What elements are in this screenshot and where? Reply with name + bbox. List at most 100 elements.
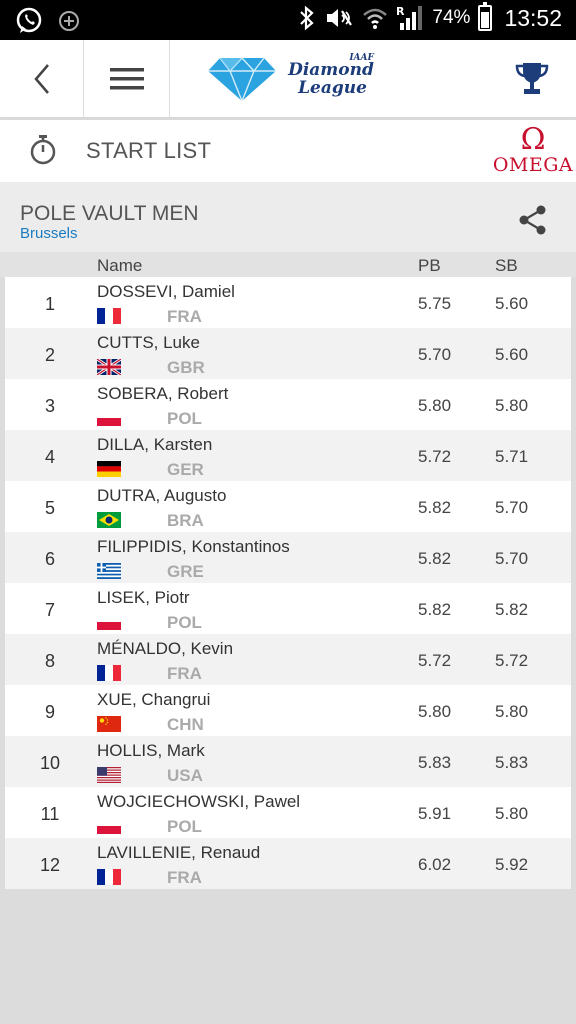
row-number: 3 bbox=[44, 396, 55, 416]
hamburger-menu-icon bbox=[109, 68, 144, 90]
table-row[interactable]: 12 LAVILLENIE, Renaud FRA 6.02 5.92 bbox=[5, 838, 571, 889]
country-code: CHN bbox=[167, 715, 204, 734]
athlete-name: DUTRA, Augusto bbox=[97, 486, 227, 505]
column-name: Name bbox=[97, 256, 143, 275]
trophy-button[interactable] bbox=[496, 40, 568, 118]
table-row[interactable]: 2 CUTTS, Luke GBR 5.70 5.60 bbox=[5, 328, 571, 379]
row-number: 6 bbox=[44, 549, 55, 569]
share-icon[interactable] bbox=[518, 204, 548, 236]
country-code: POL bbox=[167, 817, 202, 836]
row-number: 8 bbox=[44, 651, 55, 671]
personal-best: 5.72 bbox=[418, 651, 452, 670]
row-number: 7 bbox=[44, 600, 55, 620]
personal-best: 5.80 bbox=[418, 396, 452, 415]
table-row[interactable]: 1 DOSSEVI, Damiel FRA 5.75 5.60 bbox=[5, 277, 571, 328]
menu-button[interactable] bbox=[84, 40, 170, 118]
status-bar: R 74% 13:52 bbox=[0, 0, 576, 40]
diamond-league-logo[interactable]: IAAF Diamond League bbox=[200, 40, 380, 118]
table-row[interactable]: 5 DUTRA, Augusto BRA 5.82 5.70 bbox=[5, 481, 571, 532]
athlete-name: CUTTS, Luke bbox=[97, 333, 200, 352]
athlete-name: HOLLIS, Mark bbox=[97, 741, 205, 760]
table-row[interactable]: 11 WOJCIECHOWSKI, Pawel POL 5.91 5.80 bbox=[5, 787, 571, 838]
flag-icon bbox=[97, 512, 121, 528]
flag-icon bbox=[97, 563, 121, 579]
season-best: 5.80 bbox=[495, 804, 529, 823]
athlete-name: LAVILLENIE, Renaud bbox=[97, 843, 261, 862]
row-number: 5 bbox=[44, 498, 55, 518]
flag-icon bbox=[97, 716, 121, 732]
battery-icon bbox=[478, 2, 493, 31]
table-row[interactable]: 10 HOLLIS, Mark USA 5.83 5.83 bbox=[5, 736, 571, 787]
flag-icon bbox=[97, 818, 121, 834]
flag-icon bbox=[97, 461, 121, 477]
athlete-name: XUE, Changrui bbox=[97, 690, 211, 709]
row-number: 12 bbox=[39, 855, 61, 875]
bluetooth-icon bbox=[300, 5, 315, 31]
whatsapp-icon bbox=[16, 7, 42, 33]
athlete-name: WOJCIECHOWSKI, Pawel bbox=[97, 792, 301, 811]
country-code: FRA bbox=[167, 664, 202, 683]
athlete-name: LISEK, Piotr bbox=[97, 588, 190, 607]
row-number: 2 bbox=[44, 345, 55, 365]
row-number: 9 bbox=[44, 702, 55, 722]
flag-icon bbox=[97, 410, 121, 426]
athlete-name: FILIPPIDIS, Konstantinos bbox=[97, 537, 290, 556]
country-code: BRA bbox=[167, 511, 204, 530]
country-code: USA bbox=[167, 766, 203, 785]
season-best: 5.92 bbox=[495, 855, 529, 874]
event-header: POLE VAULT MEN Brussels bbox=[0, 182, 576, 252]
signal-icon: R bbox=[396, 5, 423, 30]
personal-best: 5.83 bbox=[418, 753, 452, 772]
mute-icon bbox=[327, 9, 353, 27]
athlete-name: DILLA, Karsten bbox=[97, 435, 213, 454]
row-number: 1 bbox=[44, 294, 55, 314]
country-code: GER bbox=[167, 460, 204, 479]
trophy-icon bbox=[515, 63, 549, 94]
event-location[interactable]: Brussels bbox=[20, 225, 78, 242]
season-best: 5.70 bbox=[495, 549, 529, 568]
flag-icon bbox=[97, 665, 121, 681]
country-code: POL bbox=[167, 613, 202, 632]
personal-best: 5.82 bbox=[418, 600, 452, 619]
country-code: POL bbox=[167, 409, 202, 428]
personal-best: 5.91 bbox=[418, 804, 452, 823]
column-sb: SB bbox=[495, 256, 518, 275]
back-button[interactable] bbox=[0, 40, 84, 118]
personal-best: 5.82 bbox=[418, 549, 452, 568]
start-list-table: 1 DOSSEVI, Damiel FRA 5.75 5.60 2 CUTTS,… bbox=[5, 277, 571, 889]
flag-icon bbox=[97, 359, 121, 375]
chevron-left-icon bbox=[33, 64, 49, 94]
table-row[interactable]: 3 SOBERA, Robert POL 5.80 5.80 bbox=[5, 379, 571, 430]
country-code: GBR bbox=[167, 358, 205, 377]
section-title: START LIST bbox=[86, 138, 212, 163]
flag-icon bbox=[97, 308, 121, 324]
athlete-name: MÉNALDO, Kevin bbox=[97, 639, 234, 658]
table-row[interactable]: 8 MÉNALDO, Kevin FRA 5.72 5.72 bbox=[5, 634, 571, 685]
personal-best: 5.72 bbox=[418, 447, 452, 466]
app-header: IAAF Diamond League bbox=[0, 40, 576, 118]
flag-icon bbox=[97, 767, 121, 783]
add-circle-icon bbox=[59, 11, 79, 31]
wifi-icon bbox=[363, 8, 388, 29]
season-best: 5.83 bbox=[495, 753, 529, 772]
season-best: 5.71 bbox=[495, 447, 529, 466]
personal-best: 5.75 bbox=[418, 294, 452, 313]
status-time: 13:52 bbox=[504, 4, 562, 31]
athlete-name: DOSSEVI, Damiel bbox=[97, 282, 235, 301]
season-best: 5.72 bbox=[495, 651, 529, 670]
table-row[interactable]: 4 DILLA, Karsten GER 5.72 5.71 bbox=[5, 430, 571, 481]
country-code: GRE bbox=[167, 562, 204, 581]
omega-logo: Ω OMEGA bbox=[492, 122, 574, 177]
start-list-bar: START LIST Ω OMEGA bbox=[0, 120, 576, 182]
logo-text: IAAF Diamond League bbox=[288, 53, 374, 98]
diamond-icon bbox=[208, 56, 277, 103]
table-row[interactable]: 6 FILIPPIDIS, Konstantinos GRE 5.82 5.70 bbox=[5, 532, 571, 583]
flag-icon bbox=[97, 614, 121, 630]
season-best: 5.80 bbox=[495, 396, 529, 415]
table-row[interactable]: 9 XUE, Changrui CHN 5.80 5.80 bbox=[5, 685, 571, 736]
event-title: POLE VAULT MEN bbox=[20, 202, 199, 225]
table-row[interactable]: 7 LISEK, Piotr POL 5.82 5.82 bbox=[5, 583, 571, 634]
personal-best: 5.82 bbox=[418, 498, 452, 517]
season-best: 5.82 bbox=[495, 600, 529, 619]
country-code: FRA bbox=[167, 868, 202, 887]
